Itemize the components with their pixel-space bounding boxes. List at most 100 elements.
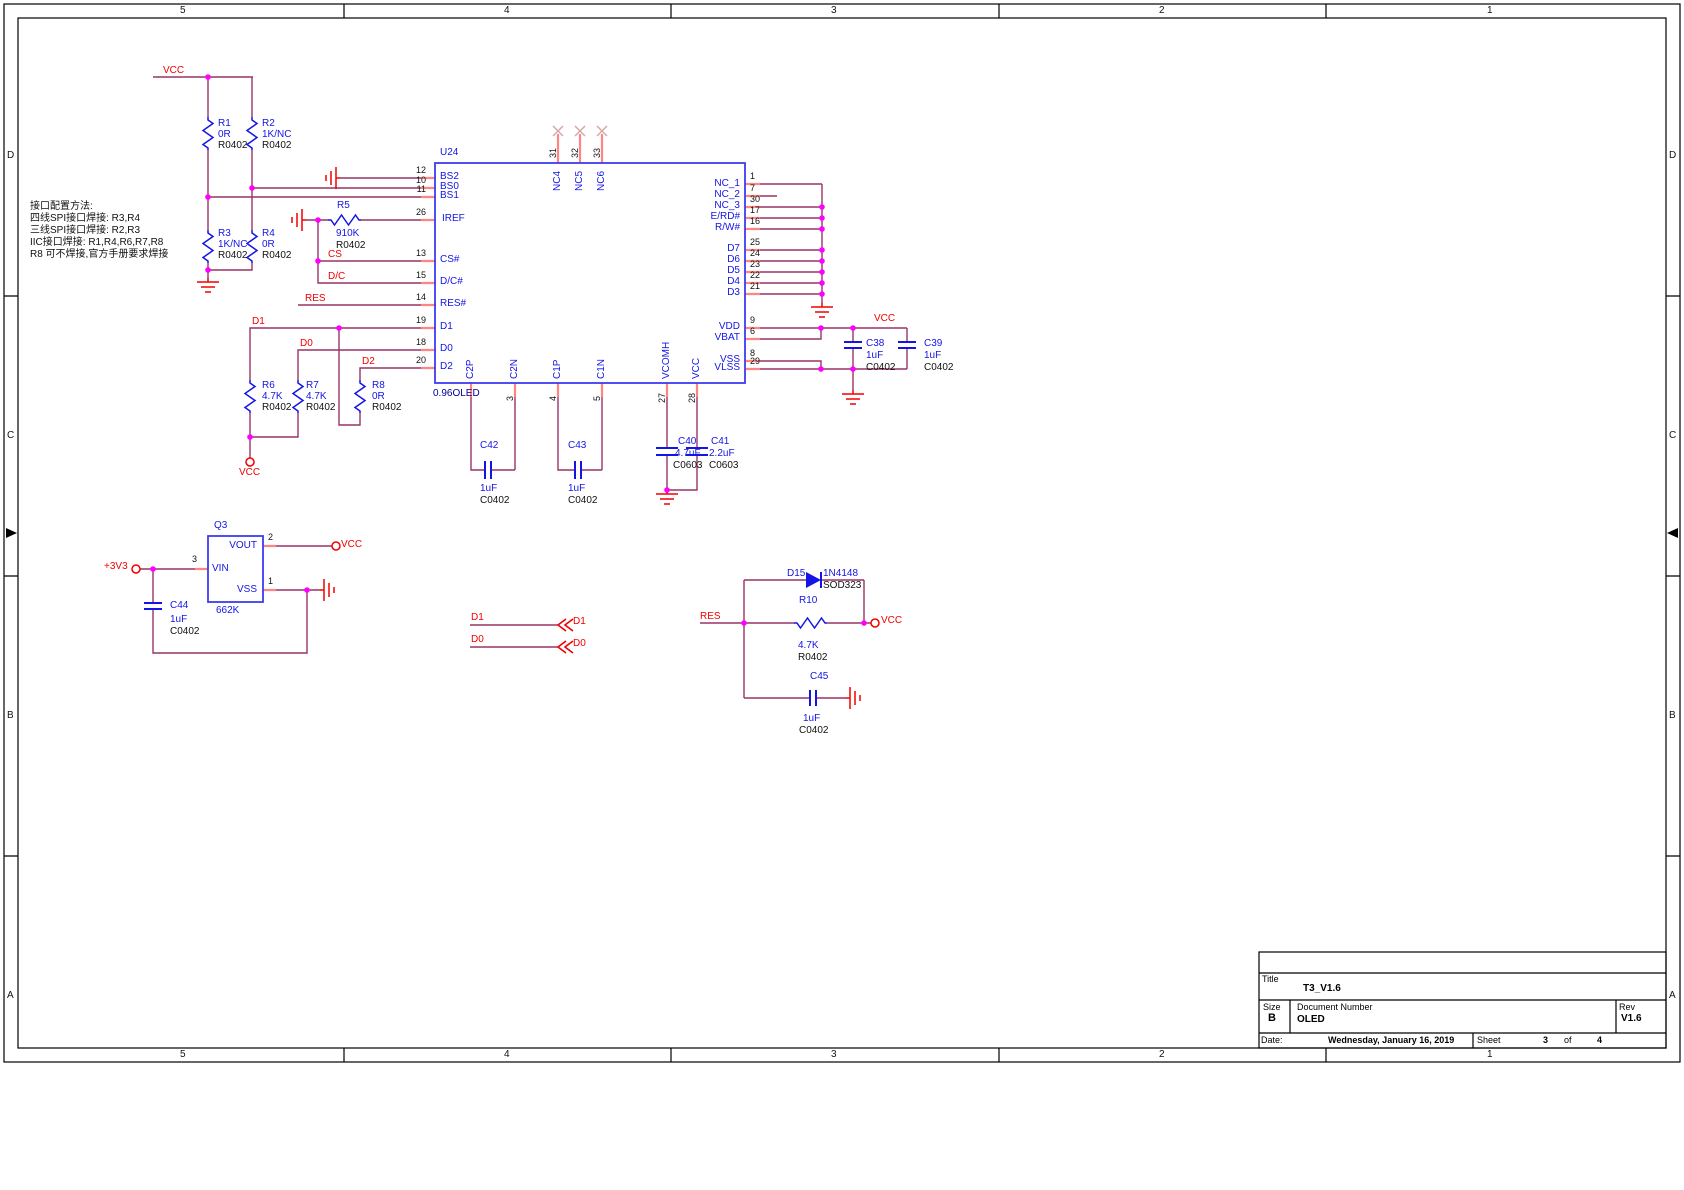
pin-num-32: 32 xyxy=(571,148,580,158)
net-3v3: +3V3 xyxy=(104,562,128,572)
capacitor-C42 xyxy=(485,461,491,479)
pin-num-28: 28 xyxy=(688,393,697,403)
resistor-R8 xyxy=(355,380,365,413)
note-line-4: IIC接口焊接: R1,R4,R6,R7,R8 xyxy=(30,238,163,248)
gnd-r3r4 xyxy=(197,278,219,292)
net-dc: D/C xyxy=(328,272,345,282)
pin-num-15: 15 xyxy=(416,271,426,280)
resistor-R6 xyxy=(245,380,255,413)
ref-C39: C39 xyxy=(924,339,942,349)
wire-vbat xyxy=(745,328,821,339)
pin-num-26: 26 xyxy=(416,208,426,217)
fp-R1: R0402 xyxy=(218,141,247,151)
zone-label-D: D xyxy=(1669,151,1676,161)
note-line-5: R8 可不焊接,官方手册要求焊接 xyxy=(30,250,168,260)
pin-num-q2: 2 xyxy=(268,533,273,542)
ref-D15: D15 xyxy=(787,569,805,579)
pin-name-D7: D7 xyxy=(727,244,740,254)
offpage-d1-icon xyxy=(558,619,573,631)
ref-R1: R1 xyxy=(218,119,231,129)
zone-label-2: 2 xyxy=(1159,1050,1165,1060)
pin-num-30: 30 xyxy=(750,195,760,204)
fp-C38: C0402 xyxy=(866,363,895,373)
pin-name-D1: D1 xyxy=(440,322,453,332)
fp-C39: C0402 xyxy=(924,363,953,373)
val-C38: 1uF xyxy=(866,351,883,361)
ref-Q3: Q3 xyxy=(214,521,227,531)
net-vcc-q3: VCC xyxy=(341,540,362,550)
zone-label-B: B xyxy=(7,711,14,721)
schematic-canvas[interactable] xyxy=(0,0,1684,1190)
titleblock-sheet-label: Sheet xyxy=(1477,1036,1501,1045)
fp-R4: R0402 xyxy=(262,251,291,261)
zone-label-3: 3 xyxy=(831,1050,837,1060)
pin-name-C2N: C2N xyxy=(510,359,520,379)
pin-num-12: 12 xyxy=(416,166,426,175)
ref-C42: C42 xyxy=(480,441,498,451)
val-R8: 0R xyxy=(372,392,385,402)
wires[interactable] xyxy=(140,77,907,698)
p3v3-circle xyxy=(132,565,140,573)
pin-num-q3: 3 xyxy=(192,555,197,564)
zone-label-D: D xyxy=(7,151,14,161)
vcc-circle-r10 xyxy=(871,619,879,627)
net-d2-1: D2 xyxy=(362,357,375,367)
val-C39: 1uF xyxy=(924,351,941,361)
resistor-R1 xyxy=(203,117,213,150)
diode-D15[interactable] xyxy=(806,572,821,588)
pin-name-RES: RES# xyxy=(440,299,466,309)
offpage-connectors[interactable] xyxy=(558,619,573,653)
net-d0-2: D0 xyxy=(471,635,484,645)
titleblock-sheet: 3 xyxy=(1543,1036,1548,1045)
resistor-R5 xyxy=(328,215,361,225)
val-C41: 2.2uF xyxy=(709,449,735,459)
val-R7: 4.7K xyxy=(306,392,327,402)
ref-R7: R7 xyxy=(306,381,319,391)
vcc-circle-r6r7 xyxy=(246,458,254,466)
fold-arrow-right xyxy=(1667,528,1678,538)
net-vcc-r10: VCC xyxy=(881,616,902,626)
pin-name-DC: D/C# xyxy=(440,277,463,287)
pin-num-4: 4 xyxy=(549,396,558,401)
sheet-frame xyxy=(4,4,1680,1062)
titleblock-of-label: of xyxy=(1564,1036,1572,1045)
titleblock-size-label: Size xyxy=(1263,1003,1281,1012)
ref-C41: C41 xyxy=(711,437,729,447)
zone-label-3: 3 xyxy=(831,6,837,16)
pin-name-D2: D2 xyxy=(440,362,453,372)
gnd-c45 xyxy=(846,687,860,709)
val-R1: 0R xyxy=(218,130,231,140)
ref-R5: R5 xyxy=(337,201,350,211)
val-Q3: 662K xyxy=(216,606,239,616)
pin-name-IREF: IREF xyxy=(442,214,465,224)
val-C42: 1uF xyxy=(480,484,497,494)
zone-label-5: 5 xyxy=(180,6,186,16)
ref-C40: C40 xyxy=(678,437,696,447)
titleblock-size: B xyxy=(1268,1013,1276,1024)
ref-C38: C38 xyxy=(866,339,884,349)
val-C43: 1uF xyxy=(568,484,585,494)
ref-R8: R8 xyxy=(372,381,385,391)
ground-symbols xyxy=(197,167,864,709)
pin-num-6: 6 xyxy=(750,327,755,336)
titleblock-date-label: Date: xyxy=(1261,1036,1283,1045)
pin-num-23: 23 xyxy=(750,260,760,269)
val-R5: 910K xyxy=(336,229,359,239)
zone-label-A: A xyxy=(1669,991,1676,1001)
fp-C44: C0402 xyxy=(170,627,199,637)
net-vcc-c38: VCC xyxy=(874,314,895,324)
zone-label-1: 1 xyxy=(1487,6,1493,16)
note-line-1: 接口配置方法: xyxy=(30,202,93,212)
pin-name-RW: R/W# xyxy=(715,223,740,233)
zone-label-B: B xyxy=(1669,711,1676,721)
pin-name-VLSS: VLSS xyxy=(714,363,740,373)
net-d1-2: D1 xyxy=(471,613,484,623)
net-cs: CS xyxy=(328,250,342,260)
resistor-R7 xyxy=(293,380,303,413)
titleblock-rev: V1.6 xyxy=(1621,1014,1642,1024)
schematic-page: VCCR10RR0402R21K/NCR0402R31K/NCR0402R40R… xyxy=(0,0,1684,1190)
ref-U24: U24 xyxy=(440,148,458,158)
pin-num-9: 9 xyxy=(750,316,755,325)
pin-name-NC5: NC5 xyxy=(575,171,585,191)
pin-num-11: 11 xyxy=(417,185,426,194)
